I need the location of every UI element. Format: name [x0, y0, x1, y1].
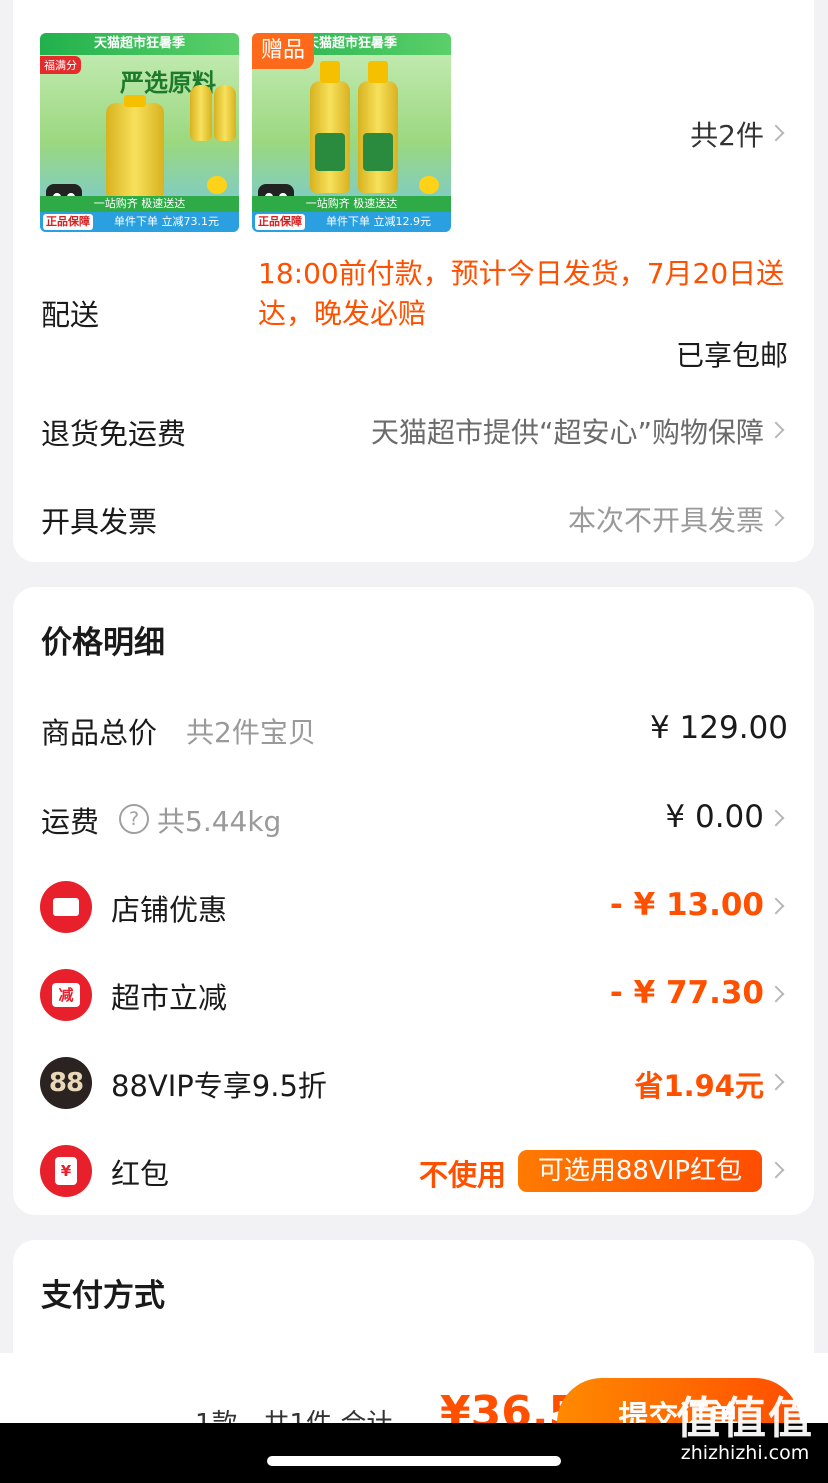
watermark: 值值值 zhizhizhi.com	[676, 1393, 814, 1465]
red-packet-char-icon: ¥	[55, 1157, 77, 1185]
product-thumbnail-1[interactable]: 天猫超市狂暑季 福满分 严选原料 一站购齐 极速送达 单件下单 立减73.1元 …	[40, 33, 239, 232]
invoice-label: 开具发票	[41, 505, 158, 539]
help-icon[interactable]: ?	[119, 804, 149, 834]
vip-discount-value[interactable]: 省1.94元	[540, 1063, 764, 1105]
coupon-icon	[40, 881, 92, 933]
bottle-cap-image	[124, 95, 146, 107]
duck-decoration-icon	[207, 176, 227, 194]
goods-count-note: 共2件宝贝	[186, 716, 316, 749]
freight-label: 运费	[41, 805, 100, 839]
88vip-icon-text: 88	[48, 1068, 84, 1098]
bottle-label-image	[315, 133, 345, 171]
free-shipping-text: 已享包邮	[675, 339, 788, 372]
shop-discount-value[interactable]: - ¥ 13.00	[540, 887, 764, 923]
watermark-url: zhizhizhi.com	[680, 1442, 810, 1464]
goods-total-label: 商品总价	[41, 716, 158, 750]
vip-discount-label: 88VIP专享9.5折	[111, 1069, 327, 1103]
delivery-label: 配送	[41, 298, 100, 332]
freight-weight-note: 共5.44kg	[157, 805, 282, 838]
return-shipping-label: 退货免运费	[41, 417, 187, 451]
item-count-link[interactable]: 共2件	[600, 114, 764, 154]
red-packet-label: 红包	[111, 1157, 170, 1191]
delivery-promise: 18:00前付款，预计今日发货，7月20日送达，晚发必赔	[258, 257, 785, 330]
market-discount-value[interactable]: - ¥ 77.30	[540, 975, 764, 1011]
home-indicator[interactable]	[267, 1456, 561, 1466]
goods-total-value: ¥ 129.00	[649, 710, 788, 746]
oil-bottle-small-image	[190, 85, 212, 141]
freight-value[interactable]: ¥ 0.00	[560, 799, 764, 835]
product-top-banner: 天猫超市狂暑季	[40, 33, 239, 55]
gift-badge: 赠品	[252, 33, 314, 69]
oil-bottle-image	[106, 103, 164, 198]
bottle-cap-image	[368, 61, 388, 83]
watermark-logo: 值值值	[676, 1393, 814, 1444]
guarantee-tag: 正品保障	[43, 214, 93, 230]
red-packet-value[interactable]: 不使用	[380, 1152, 506, 1194]
instant-discount-icon: 减	[40, 969, 92, 1021]
price-detail-title: 价格明细	[41, 625, 165, 661]
market-discount-label: 超市立减	[111, 981, 228, 1015]
bottom-summary-text: 1款，共1件 合计	[195, 1403, 392, 1423]
product-sub-banner: 一站购齐 极速送达	[40, 196, 239, 212]
payment-title: 支付方式	[41, 1278, 165, 1314]
oil-bottle-small-image	[214, 85, 236, 141]
return-shipping-value[interactable]: 天猫超市提供“超安心”购物保障	[310, 411, 764, 451]
product-sub-banner: 一站购齐 极速送达	[252, 196, 451, 212]
shop-discount-label: 店铺优惠	[111, 893, 228, 927]
ticket-icon	[53, 898, 79, 916]
bottle-cap-image	[320, 61, 340, 83]
bottle-label-image	[363, 133, 393, 171]
brand-chip: 福满分	[40, 56, 81, 74]
guarantee-tag: 正品保障	[255, 214, 305, 230]
duck-decoration-icon	[419, 176, 439, 194]
discount-char-icon: 减	[52, 983, 80, 1007]
product-thumbnail-2[interactable]: 天猫超市狂暑季 赠品 一站购齐 极速送达 单件下单 立减12.9元 正品保障	[252, 33, 451, 232]
invoice-value[interactable]: 本次不开具发票	[450, 499, 764, 539]
red-packet-icon: ¥	[40, 1145, 92, 1197]
vip-red-packet-pill[interactable]: 可选用88VIP红包	[518, 1150, 762, 1192]
88vip-icon: 88	[40, 1057, 92, 1109]
